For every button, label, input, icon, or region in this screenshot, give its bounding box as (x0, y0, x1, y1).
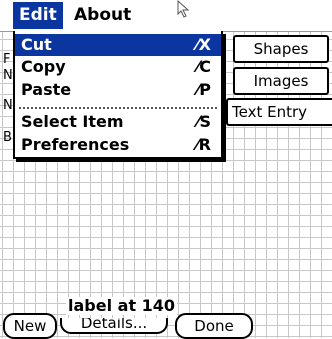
menu-bar: Edit About (0, 0, 332, 32)
new-button[interactable]: New (3, 313, 57, 339)
shortcut-label: ⁄X (195, 35, 211, 54)
menu-item-label: Preferences (21, 135, 130, 154)
shortcut-label: ⁄P (196, 80, 211, 99)
menu-item-select-item[interactable]: Select Item ⁄S (15, 111, 221, 133)
footer-label: label at 140 (66, 296, 178, 315)
mouse-cursor-icon (177, 0, 190, 18)
text-entry-button[interactable]: Text Entry (226, 98, 332, 126)
edit-dropdown-menu: Cut ⁄X Copy ⁄C Paste ⁄P Select Item ⁄S P… (13, 31, 223, 159)
menu-edit[interactable]: Edit (13, 2, 63, 29)
shortcut-label: ⁄R (196, 135, 211, 154)
hidden-fragment: N (3, 68, 13, 83)
hidden-fragment: N (3, 98, 13, 113)
done-button[interactable]: Done (175, 313, 253, 339)
menu-item-label: Cut (21, 35, 52, 54)
menu-item-label: Select Item (21, 112, 124, 131)
menu-item-copy[interactable]: Copy ⁄C (15, 56, 221, 78)
menu-item-paste[interactable]: Paste ⁄P (15, 79, 221, 101)
menu-separator (19, 107, 217, 109)
hidden-fragment: B (3, 130, 12, 145)
menu-item-cut[interactable]: Cut ⁄X (15, 34, 221, 56)
shapes-button[interactable]: Shapes (233, 35, 329, 63)
menu-about[interactable]: About (74, 2, 131, 29)
images-button[interactable]: Images (233, 67, 329, 95)
menu-item-label: Copy (21, 57, 66, 76)
shortcut-label: ⁄S (196, 112, 211, 131)
menu-item-preferences[interactable]: Preferences ⁄R (15, 134, 221, 156)
menu-item-label: Paste (21, 80, 72, 99)
shortcut-label: ⁄C (196, 57, 211, 76)
hidden-fragment: F (3, 52, 11, 67)
details-button[interactable]: Details... (60, 318, 168, 334)
